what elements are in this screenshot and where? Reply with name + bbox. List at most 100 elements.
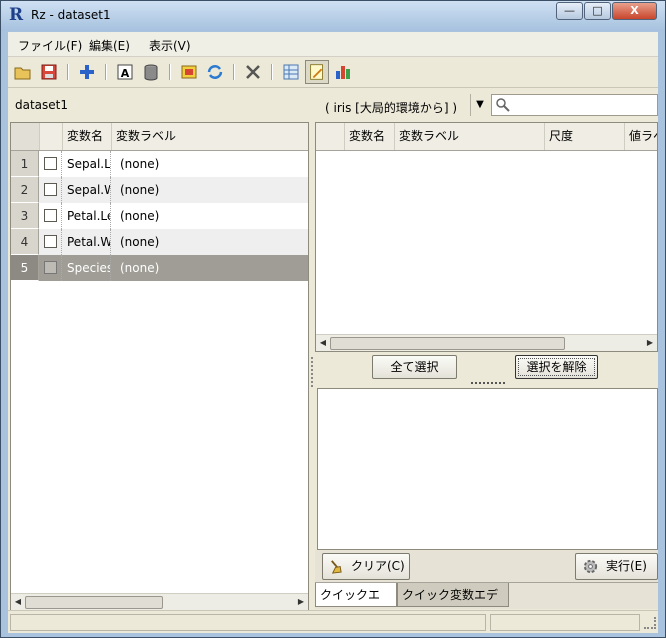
menu-view[interactable]: 表示(V) <box>149 37 191 54</box>
toolbar-separator <box>233 64 235 80</box>
row-checkbox[interactable] <box>44 209 57 222</box>
run-button[interactable]: 実行(E) <box>575 553 658 580</box>
open-folder-icon[interactable] <box>14 63 32 81</box>
edit-view-icon[interactable] <box>305 60 329 84</box>
tab-quick-variable-editor[interactable]: クイック変数エディタ <box>397 583 509 626</box>
dataset-combo[interactable]: ( iris [大局的環境から] ) <box>325 99 457 116</box>
select-all-button[interactable]: 全て選択 <box>372 355 457 379</box>
save-icon[interactable] <box>40 63 58 81</box>
search-icon <box>496 98 510 112</box>
header-scale[interactable]: 尺度 <box>545 123 625 150</box>
table-row[interactable]: 5 Species (none) <box>11 255 308 281</box>
toolbar-separator <box>67 64 69 80</box>
status-field-main <box>10 614 486 631</box>
row-number: 1 <box>11 151 39 177</box>
checkbox-header <box>40 123 63 150</box>
gear-icon <box>583 559 598 574</box>
window-title: Rz - dataset1 <box>31 8 111 22</box>
broom-icon <box>331 560 342 574</box>
checkbox-cell <box>40 255 62 281</box>
table-row[interactable]: 3 Petal.Length (none) <box>11 203 308 229</box>
clear-button[interactable]: クリア(C) <box>322 553 410 580</box>
toolbar: A <box>8 57 658 88</box>
header-value-label[interactable]: 値ラベル <box>625 123 657 150</box>
vertical-splitter[interactable] <box>311 357 315 387</box>
row-number: 4 <box>11 229 39 255</box>
scroll-right-icon[interactable]: ▶ <box>294 594 308 610</box>
tools-icon[interactable] <box>244 63 262 81</box>
variable-name: Petal.Length <box>63 203 111 229</box>
scroll-left-icon[interactable]: ◀ <box>11 594 25 610</box>
row-number-header <box>316 123 345 150</box>
grid-view-icon[interactable] <box>282 63 300 81</box>
scroll-left-icon[interactable]: ◀ <box>316 335 330 351</box>
scroll-right-icon[interactable]: ▶ <box>643 335 657 351</box>
deselect-button[interactable]: 選択を解除 <box>515 355 598 379</box>
row-checkbox[interactable] <box>44 183 57 196</box>
import-data-icon[interactable] <box>180 63 198 81</box>
clear-label: クリア(C) <box>351 559 405 573</box>
menu-bar: ファイル(F) 編集(E) 表示(V) <box>8 32 658 57</box>
checkbox-cell <box>40 177 62 203</box>
editor-button-bar: クリア(C) 実行(E) <box>315 550 658 582</box>
variable-label: (none) <box>120 183 160 197</box>
header-variable-label[interactable]: 変数ラベル <box>395 123 545 150</box>
header-variable-name[interactable]: 変数名 <box>63 123 112 150</box>
row-checkbox[interactable] <box>44 235 57 248</box>
client-area: ファイル(F) 編集(E) 表示(V) A dataset1 ( iris [大… <box>8 32 658 633</box>
add-icon[interactable] <box>78 63 96 81</box>
horizontal-scrollbar[interactable]: ◀ ▶ <box>316 334 657 351</box>
delete-bin-icon[interactable] <box>142 63 160 81</box>
table-row[interactable]: 1 Sepal.Length (none) <box>11 151 308 177</box>
selected-variables-grid: 変数名 変数ラベル 尺度 値ラベル ◀ ▶ <box>315 122 658 352</box>
toolbar-separator <box>169 64 171 80</box>
code-editor[interactable] <box>317 388 658 550</box>
minimize-button[interactable]: — <box>556 2 583 20</box>
row-number: 3 <box>11 203 39 229</box>
row-checkbox[interactable] <box>44 261 57 274</box>
variable-name: Sepal.Width <box>63 177 111 203</box>
menu-file[interactable]: ファイル(F) <box>18 37 82 54</box>
run-label: 実行(E) <box>606 559 647 573</box>
header-variable-label[interactable]: 変数ラベル <box>112 123 308 150</box>
toolbar-separator <box>271 64 273 80</box>
app-window: R Rz - dataset1 — □ X ファイル(F) 編集(E) 表示(V… <box>0 0 666 638</box>
grid-header: 変数名 変数ラベル 尺度 値ラベル <box>316 123 657 151</box>
refresh-icon[interactable] <box>206 63 224 81</box>
search-input[interactable] <box>491 94 658 116</box>
dataset-name: dataset1 <box>15 98 69 112</box>
status-field-secondary <box>490 614 640 631</box>
variable-label: (none) <box>120 261 160 275</box>
horizontal-scrollbar[interactable]: ◀ ▶ <box>11 593 308 610</box>
toolbar-separator <box>105 64 107 80</box>
chevron-down-icon[interactable]: ▼ <box>470 94 489 116</box>
table-row[interactable]: 2 Sepal.Width (none) <box>11 177 308 203</box>
variable-label: (none) <box>120 157 160 171</box>
variable-label: (none) <box>120 235 160 249</box>
title-bar: R Rz - dataset1 — □ X <box>1 1 665 31</box>
scroll-thumb[interactable] <box>330 337 565 350</box>
variable-name: Petal.Width <box>63 229 111 255</box>
close-button[interactable]: X <box>612 2 657 20</box>
menu-edit[interactable]: 編集(E) <box>89 37 130 54</box>
grid-header: 変数名 変数ラベル <box>11 123 308 151</box>
row-number: 5 <box>11 255 39 281</box>
row-checkbox[interactable] <box>44 157 57 170</box>
variable-list-grid: 変数名 変数ラベル 1 Sepal.Length (none) 2 Sepal.… <box>10 122 309 610</box>
table-row[interactable]: 4 Petal.Width (none) <box>11 229 308 255</box>
checkbox-cell <box>40 229 62 255</box>
row-number-header <box>11 123 40 150</box>
checkbox-cell <box>40 151 62 177</box>
editor-tabs: クイックエディタ クイック変数エディタ <box>315 582 658 626</box>
resize-grip[interactable] <box>644 617 656 629</box>
scroll-thumb[interactable] <box>25 596 163 609</box>
text-a-icon[interactable]: A <box>116 63 134 81</box>
header-variable-name[interactable]: 変数名 <box>345 123 395 150</box>
tab-quick-editor[interactable]: クイックエディタ <box>315 583 397 626</box>
variable-label: (none) <box>120 209 160 223</box>
checkbox-cell <box>40 203 62 229</box>
maximize-button[interactable]: □ <box>584 2 611 20</box>
bar-chart-icon[interactable] <box>334 63 352 81</box>
horizontal-splitter[interactable] <box>471 382 505 387</box>
variable-name: Sepal.Length <box>63 151 111 177</box>
